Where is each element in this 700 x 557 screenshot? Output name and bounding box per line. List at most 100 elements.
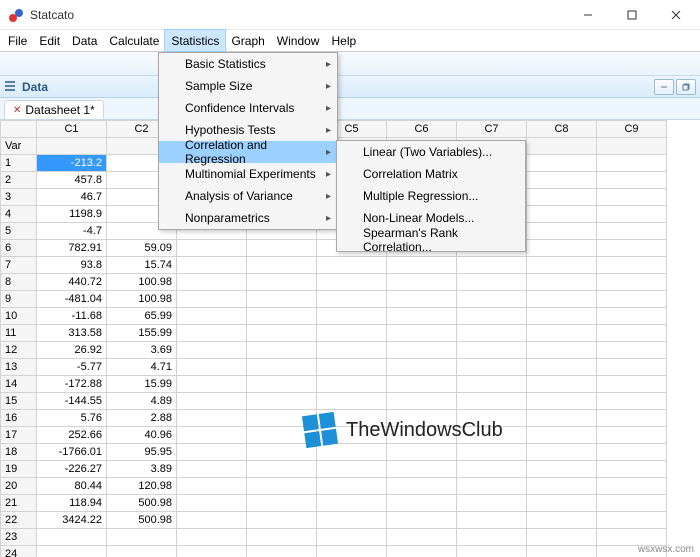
cell[interactable] [527, 274, 597, 291]
cell[interactable]: 59.09 [107, 240, 177, 257]
cell[interactable] [387, 529, 457, 546]
cell[interactable] [457, 478, 527, 495]
cell[interactable]: 500.98 [107, 495, 177, 512]
cell[interactable] [317, 325, 387, 342]
row-header[interactable]: 20 [1, 478, 37, 495]
submenu-item-multiple-regression-[interactable]: Multiple Regression... [337, 185, 525, 207]
cell[interactable] [457, 376, 527, 393]
cell[interactable] [527, 325, 597, 342]
cell[interactable] [177, 359, 247, 376]
cell[interactable] [597, 376, 667, 393]
cell[interactable] [527, 172, 597, 189]
cell[interactable] [527, 512, 597, 529]
cell[interactable] [457, 257, 527, 274]
cell[interactable] [177, 257, 247, 274]
column-header[interactable]: C7 [457, 121, 527, 138]
cell[interactable]: -5.77 [37, 359, 107, 376]
menu-help[interactable]: Help [325, 30, 362, 51]
var-cell[interactable] [37, 138, 107, 155]
cell[interactable] [597, 342, 667, 359]
cell[interactable] [527, 444, 597, 461]
cell[interactable] [387, 274, 457, 291]
menu-item-sample-size[interactable]: Sample Size▸ [159, 75, 337, 97]
cell[interactable] [597, 529, 667, 546]
cell[interactable] [177, 376, 247, 393]
cell[interactable] [527, 376, 597, 393]
maximize-button[interactable] [610, 1, 654, 29]
cell[interactable] [597, 274, 667, 291]
cell[interactable] [177, 325, 247, 342]
row-header[interactable]: 18 [1, 444, 37, 461]
cell[interactable] [387, 410, 457, 427]
cell[interactable] [247, 325, 317, 342]
panel-minimize-button[interactable] [654, 79, 674, 95]
cell[interactable] [387, 308, 457, 325]
cell[interactable] [177, 274, 247, 291]
cell[interactable]: 95.95 [107, 444, 177, 461]
cell[interactable]: 782.91 [37, 240, 107, 257]
cell[interactable]: -172.88 [37, 376, 107, 393]
cell[interactable] [387, 342, 457, 359]
cell[interactable] [597, 427, 667, 444]
cell[interactable]: 120.98 [107, 478, 177, 495]
cell[interactable]: 440.72 [37, 274, 107, 291]
cell[interactable] [37, 529, 107, 546]
menu-graph[interactable]: Graph [225, 30, 270, 51]
cell[interactable] [107, 529, 177, 546]
cell[interactable] [317, 291, 387, 308]
cell[interactable] [317, 410, 387, 427]
row-header[interactable]: 3 [1, 189, 37, 206]
cell[interactable]: -11.68 [37, 308, 107, 325]
cell[interactable] [597, 495, 667, 512]
row-header[interactable]: 24 [1, 546, 37, 557]
cell[interactable] [457, 359, 527, 376]
menu-item-basic-statistics[interactable]: Basic Statistics▸ [159, 53, 337, 75]
cell[interactable] [527, 410, 597, 427]
submenu-item-linear-two-variables-[interactable]: Linear (Two Variables)... [337, 141, 525, 163]
cell[interactable] [317, 546, 387, 557]
cell[interactable] [527, 240, 597, 257]
var-cell[interactable] [527, 138, 597, 155]
cell[interactable] [457, 495, 527, 512]
cell[interactable] [387, 376, 457, 393]
row-header[interactable]: 21 [1, 495, 37, 512]
cell[interactable] [457, 461, 527, 478]
cell[interactable] [527, 308, 597, 325]
cell[interactable] [37, 546, 107, 557]
cell[interactable] [597, 393, 667, 410]
cell[interactable] [527, 291, 597, 308]
menu-item-confidence-intervals[interactable]: Confidence Intervals▸ [159, 97, 337, 119]
cell[interactable] [177, 410, 247, 427]
cell[interactable]: 3424.22 [37, 512, 107, 529]
menu-window[interactable]: Window [271, 30, 326, 51]
cell[interactable]: 100.98 [107, 291, 177, 308]
cell[interactable] [177, 427, 247, 444]
cell[interactable]: 457.8 [37, 172, 107, 189]
cell[interactable]: 26.92 [37, 342, 107, 359]
cell[interactable] [247, 240, 317, 257]
row-header[interactable]: 4 [1, 206, 37, 223]
cell[interactable] [527, 223, 597, 240]
cell[interactable] [177, 495, 247, 512]
cell[interactable]: -213.2 [37, 155, 107, 172]
row-header[interactable]: 15 [1, 393, 37, 410]
cell[interactable] [527, 546, 597, 557]
row-header[interactable]: 7 [1, 257, 37, 274]
cell[interactable] [387, 461, 457, 478]
cell[interactable] [527, 529, 597, 546]
cell[interactable] [527, 478, 597, 495]
cell[interactable] [527, 495, 597, 512]
cell[interactable]: 155.99 [107, 325, 177, 342]
cell[interactable]: -4.7 [37, 223, 107, 240]
cell[interactable] [247, 410, 317, 427]
panel-restore-button[interactable] [676, 79, 696, 95]
cell[interactable]: 5.76 [37, 410, 107, 427]
cell[interactable] [247, 274, 317, 291]
cell[interactable] [247, 478, 317, 495]
row-header[interactable]: 8 [1, 274, 37, 291]
menu-item-multinomial-experiments[interactable]: Multinomial Experiments▸ [159, 163, 337, 185]
cell[interactable] [177, 461, 247, 478]
cell[interactable] [317, 495, 387, 512]
cell[interactable] [527, 359, 597, 376]
cell[interactable] [247, 257, 317, 274]
